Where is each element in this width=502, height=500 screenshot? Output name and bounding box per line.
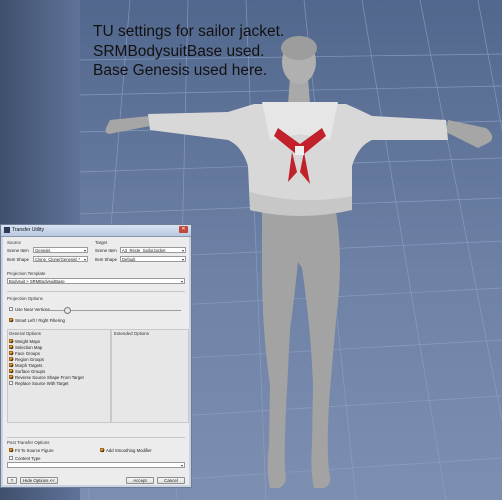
surface-groups-checkbox[interactable]: [9, 369, 13, 373]
chevron-down-icon: ▾: [181, 247, 184, 253]
option-label: Replace Source With Target: [15, 380, 69, 386]
projection-template-header: Projection Template: [7, 271, 46, 276]
note-line-3: Base Genesis used here.: [93, 62, 268, 79]
divider: [7, 437, 185, 438]
content-type-select[interactable]: ▾: [7, 462, 185, 468]
dialog-titlebar[interactable]: Transfer Utility ✕: [1, 225, 191, 237]
source-header: Source: [7, 240, 21, 245]
general-options-header: General Options: [9, 331, 41, 336]
source-item-shape-select[interactable]: Clone: Clone(Genesis) * ▾: [33, 255, 88, 262]
use-near-vertices-checkbox[interactable]: [9, 307, 13, 311]
app-icon: [4, 227, 10, 233]
source-scene-item-select[interactable]: Genesis ▾: [33, 246, 88, 253]
morph-targets-checkbox[interactable]: [9, 363, 13, 367]
dialog-body: Source Scene Item Genesis ▾ Item Shape Cl…: [3, 237, 189, 485]
option-label: Weight Maps: [15, 338, 40, 344]
extended-options-header: Extended Options: [114, 331, 149, 336]
transfer-utility-dialog[interactable]: Transfer Utility ✕ Source Scene Item Gen…: [0, 224, 192, 488]
target-scene-item-select[interactable]: A3_Recte_SailorJacket ▾: [120, 246, 186, 253]
reverse-source-shape-checkbox[interactable]: [9, 375, 13, 379]
smart-lr-label: Smart Left / Right Filtering: [15, 317, 65, 323]
smart-lr-checkbox[interactable]: [9, 318, 13, 322]
chevron-down-icon: ▾: [180, 279, 183, 284]
replace-source-checkbox[interactable]: [9, 381, 13, 385]
source-scene-item-value: Genesis: [35, 247, 51, 253]
weight-maps-checkbox[interactable]: [9, 339, 13, 343]
projection-template-value: Bodysuit > SRMBodysuitBase: [9, 279, 65, 284]
option-label: Morph Targets: [15, 362, 43, 368]
add-smoothing-checkbox[interactable]: [100, 448, 104, 452]
region-groups-checkbox[interactable]: [9, 357, 13, 361]
option-label: Region Groups: [15, 356, 44, 362]
target-item-shape-value: Default: [122, 256, 136, 262]
fit-to-source-checkbox[interactable]: [9, 448, 13, 452]
chevron-down-icon: ▾: [83, 247, 86, 253]
hide-options-button[interactable]: Hide Options <<: [20, 477, 58, 484]
source-item-shape-label: Item Shape: [7, 257, 29, 262]
extended-options-group: [111, 329, 189, 423]
help-button[interactable]: ?: [7, 477, 17, 484]
source-scene-item-label: Scene Item: [7, 248, 29, 253]
option-label: Face Groups: [15, 350, 40, 356]
accept-button[interactable]: Accept: [126, 477, 154, 484]
projection-options-header: Projection Options: [7, 296, 43, 301]
target-item-shape-label: Item Shape: [95, 257, 117, 262]
fit-to-source-label: Fit To Source Figure: [15, 447, 54, 453]
divider: [7, 291, 185, 292]
note-line-2: SRMBodysuitBase used.: [93, 42, 265, 60]
target-scene-item-label: Scene Item: [95, 248, 117, 253]
add-smoothing-label: Add Smoothing Modifier: [106, 447, 152, 453]
close-icon[interactable]: ✕: [179, 226, 188, 233]
content-type-checkbox[interactable]: [9, 456, 13, 460]
target-scene-item-value: A3_Recte_SailorJacket: [122, 247, 166, 253]
annotation-text: TU settings for sailor jacket. SRMBodysu…: [93, 22, 284, 81]
option-label: Selection Map: [15, 344, 43, 350]
dialog-title: Transfer Utility: [12, 227, 45, 233]
target-header: Target: [95, 240, 108, 245]
content-type-label: Content Type: [15, 455, 41, 461]
slider-knob[interactable]: [64, 306, 71, 314]
source-item-shape-value: Clone: Clone(Genesis) *: [35, 256, 81, 262]
option-label: Surface Groups: [15, 368, 46, 374]
chevron-down-icon: ▾: [181, 256, 184, 262]
target-item-shape-select[interactable]: Default ▾: [120, 255, 186, 262]
projection-template-select[interactable]: Bodysuit > SRMBodysuitBase ▾: [7, 278, 185, 284]
post-transfer-header: Post Transfer Options: [7, 440, 50, 445]
cancel-button[interactable]: Cancel: [157, 477, 185, 484]
selection-map-checkbox[interactable]: [9, 345, 13, 349]
note-line-1: TU settings for sailor jacket.: [93, 23, 285, 40]
option-label: Reverse Source Shape From Target: [15, 374, 84, 380]
chevron-down-icon: ▾: [180, 463, 183, 468]
chevron-down-icon: ▾: [83, 256, 86, 262]
face-groups-checkbox[interactable]: [9, 351, 13, 355]
